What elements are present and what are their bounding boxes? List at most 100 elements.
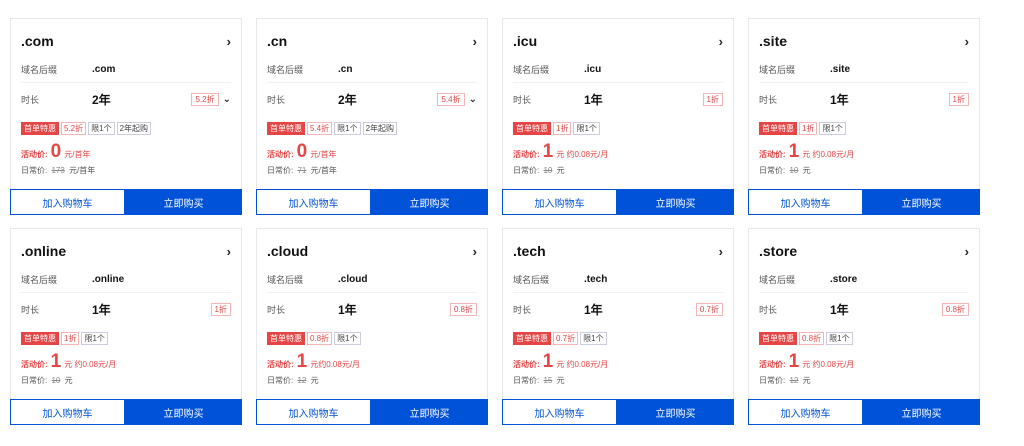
duration-row[interactable]: 时长 1年 0.8折 (759, 296, 969, 322)
promo-tags: 首单特惠 0.8折 限1个 (759, 332, 853, 345)
activity-price: 活动价: 0 元/首年 (267, 141, 336, 162)
buy-now-button[interactable]: 立即购买 (863, 189, 980, 215)
suffix-label: 域名后缀 (267, 65, 304, 75)
normal-price-unit: 元 (556, 166, 565, 175)
chevron-right-icon[interactable]: › (965, 34, 969, 49)
duration-row[interactable]: 时长 1年 1折 (21, 296, 231, 322)
discount-tag: 0.7折 (553, 332, 579, 345)
card-header[interactable]: .site › (759, 31, 969, 51)
suffix-row: 域名后缀 .cn (267, 57, 477, 83)
card-header[interactable]: .store › (759, 241, 969, 261)
buy-now-button[interactable]: 立即购买 (371, 189, 488, 215)
normal-price-unit: 元 (310, 376, 319, 385)
card-header[interactable]: .icu › (513, 31, 723, 51)
activity-price-value: 1 (296, 351, 308, 372)
activity-price-label: 活动价: (21, 150, 48, 159)
first-order-tag: 首单特惠 (21, 332, 59, 345)
card-header[interactable]: .tech › (513, 241, 723, 261)
duration-row[interactable]: 时长 1年 1折 (513, 86, 723, 112)
suffix-row: 域名后缀 .site (759, 57, 969, 83)
add-to-cart-button[interactable]: 加入购物车 (502, 399, 617, 425)
domain-card: .site › 域名后缀 .site 时长 1年 1折 首单特惠 1折 限1个 活… (748, 18, 980, 215)
activity-price-unit: 元 约0.08元/月 (802, 360, 855, 369)
duration-row[interactable]: 时长 1年 1折 (759, 86, 969, 112)
add-to-cart-button[interactable]: 加入购物车 (10, 189, 125, 215)
chevron-down-icon[interactable]: ⌄ (469, 94, 477, 105)
normal-price-label: 日常价: (759, 376, 786, 385)
limit-tag: 限1个 (573, 122, 600, 135)
buy-now-button[interactable]: 立即购买 (863, 399, 980, 425)
duration-value[interactable]: 1年 (830, 91, 849, 108)
buy-now-button[interactable]: 立即购买 (617, 189, 734, 215)
add-to-cart-button[interactable]: 加入购物车 (10, 399, 125, 425)
chevron-right-icon[interactable]: › (227, 34, 231, 49)
duration-row[interactable]: 时长 1年 0.7折 (513, 296, 723, 322)
card-header[interactable]: .com › (21, 31, 231, 51)
add-to-cart-button[interactable]: 加入购物车 (748, 189, 863, 215)
card-title: .cn (267, 33, 288, 49)
duration-value[interactable]: 1年 (92, 301, 111, 318)
activity-price-unit: 元 约0.08元/月 (556, 150, 609, 159)
chevron-right-icon[interactable]: › (719, 244, 723, 259)
limit-tag: 限1个 (88, 122, 115, 135)
buy-now-button[interactable]: 立即购买 (371, 399, 488, 425)
limit-tag: 限1个 (81, 332, 108, 345)
card-header[interactable]: .online › (21, 241, 231, 261)
suffix-label: 域名后缀 (513, 65, 550, 75)
buy-now-button[interactable]: 立即购买 (125, 189, 242, 215)
duration-row[interactable]: 时长 1年 0.8折 (267, 296, 477, 322)
activity-price: 活动价: 1 元 约0.08元/月 (21, 351, 116, 372)
chevron-down-icon[interactable]: ⌄ (223, 94, 231, 105)
activity-price-label: 活动价: (759, 150, 786, 159)
suffix-row: 域名后缀 .online (21, 267, 231, 293)
suffix-value: .store (830, 274, 858, 285)
duration-value[interactable]: 2年 (92, 91, 111, 108)
discount-tag: 0.8折 (307, 332, 333, 345)
card-title: .com (21, 33, 54, 49)
buy-now-button[interactable]: 立即购买 (125, 399, 242, 425)
card-actions: 加入购物车 立即购买 (748, 189, 980, 215)
first-order-tag: 首单特惠 (759, 122, 797, 135)
activity-price-unit: 元/首年 (64, 150, 91, 159)
first-order-tag: 首单特惠 (267, 122, 305, 135)
chevron-right-icon[interactable]: › (965, 244, 969, 259)
discount-badge: 0.8折 (941, 302, 969, 316)
duration-value[interactable]: 1年 (584, 301, 603, 318)
duration-row[interactable]: 时长 2年 5.2折 ⌄ (21, 86, 231, 112)
add-to-cart-button[interactable]: 加入购物车 (748, 399, 863, 425)
duration-label: 时长 (513, 304, 532, 315)
duration-value[interactable]: 1年 (830, 301, 849, 318)
promo-tags: 首单特惠 5.4折 限1个 2年起购 (267, 122, 398, 135)
suffix-value: .site (830, 64, 851, 75)
chevron-right-icon[interactable]: › (473, 34, 477, 49)
normal-price-label: 日常价: (21, 376, 48, 385)
normal-price: 日常价: 12 元 (267, 375, 319, 386)
chevron-right-icon[interactable]: › (227, 244, 231, 259)
duration-value[interactable]: 1年 (338, 301, 357, 318)
chevron-right-icon[interactable]: › (473, 244, 477, 259)
discount-badge: 1折 (948, 92, 969, 106)
discount-badge: 1折 (210, 302, 231, 316)
promo-tags: 首单特惠 1折 限1个 (21, 332, 108, 345)
chevron-right-icon[interactable]: › (719, 34, 723, 49)
buy-now-button[interactable]: 立即购买 (617, 399, 734, 425)
duration-value[interactable]: 2年 (338, 91, 357, 108)
add-to-cart-button[interactable]: 加入购物车 (502, 189, 617, 215)
card-header[interactable]: .cn › (267, 31, 477, 51)
card-header[interactable]: .cloud › (267, 241, 477, 261)
first-order-tag: 首单特惠 (759, 332, 797, 345)
discount-tag: 0.8折 (799, 332, 825, 345)
limit-tag: 限1个 (580, 332, 607, 345)
duration-row[interactable]: 时长 2年 5.4折 ⌄ (267, 86, 477, 112)
duration-label: 时长 (267, 94, 286, 105)
duration-value[interactable]: 1年 (584, 91, 603, 108)
add-to-cart-button[interactable]: 加入购物车 (256, 189, 371, 215)
promo-tags: 首单特惠 5.2折 限1个 2年起购 (21, 122, 152, 135)
duration-label: 时长 (21, 94, 40, 105)
add-to-cart-button[interactable]: 加入购物车 (256, 399, 371, 425)
promo-tags: 首单特惠 0.7折 限1个 (513, 332, 607, 345)
promo-tags: 首单特惠 0.8折 限1个 (267, 332, 361, 345)
normal-price-value: 12 (789, 376, 799, 385)
suffix-label: 域名后缀 (21, 275, 58, 285)
normal-price-label: 日常价: (267, 376, 294, 385)
